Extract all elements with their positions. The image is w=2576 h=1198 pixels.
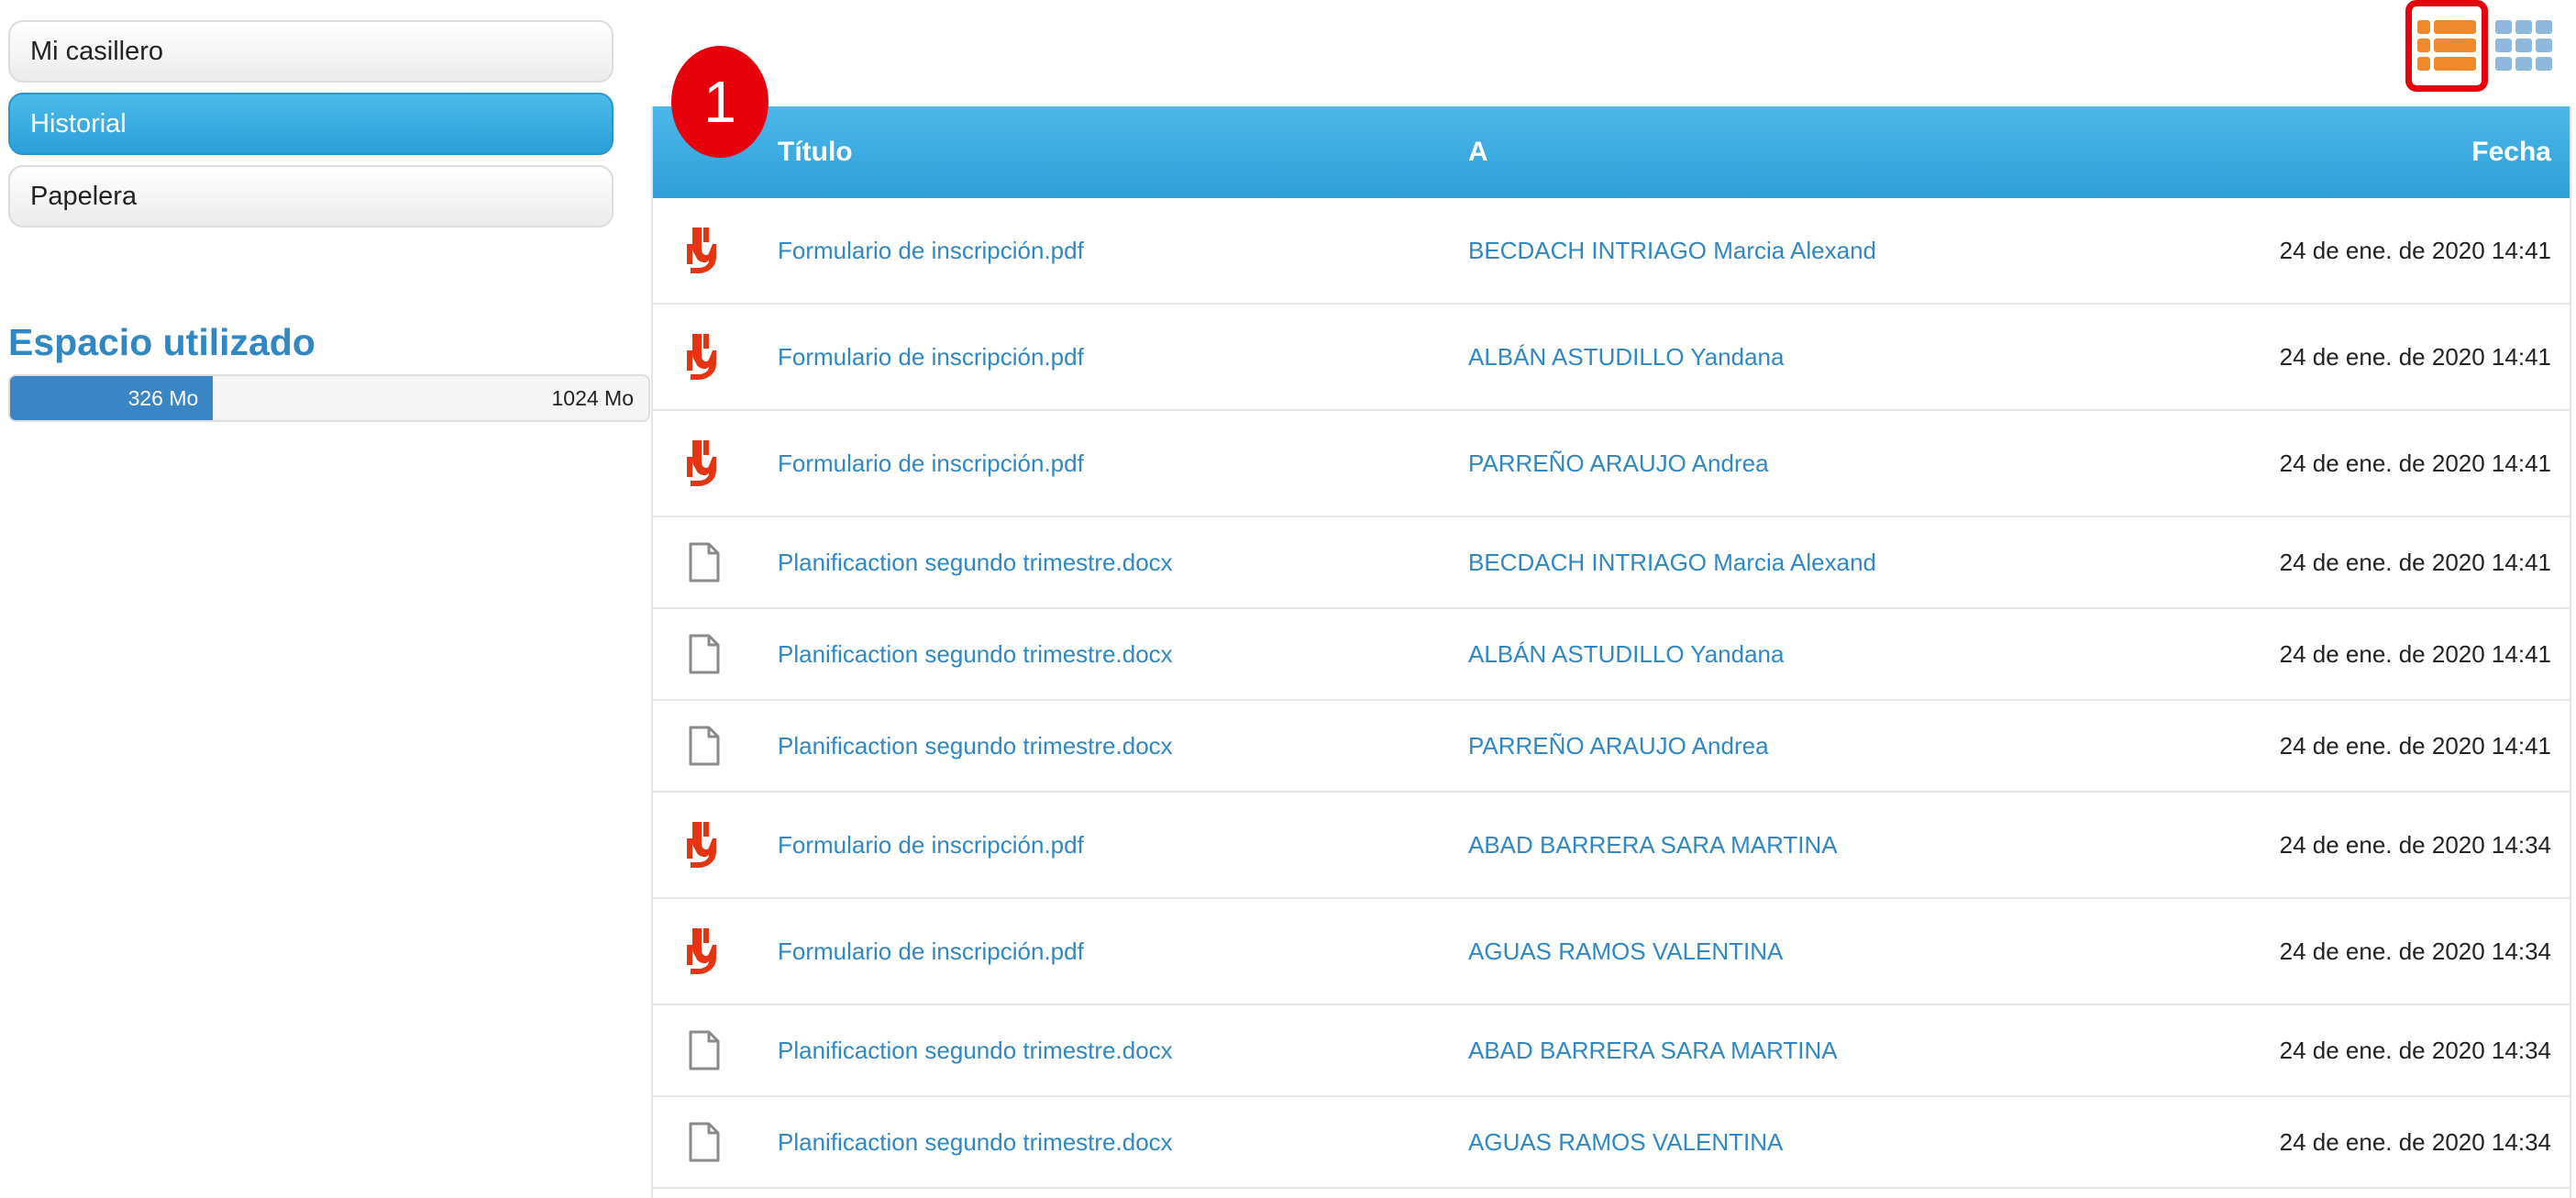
document-icon (679, 517, 730, 607)
file-title-link[interactable]: Formulario de inscripción.pdf (778, 411, 1084, 516)
sidebar-item-historial[interactable]: Historial (8, 93, 614, 155)
file-title-link[interactable]: Formulario de inscripción.pdf (778, 793, 1084, 897)
column-header-date[interactable]: Fecha (2471, 106, 2551, 198)
table-body: Formulario de inscripción.pdf BECDACH INT… (653, 198, 2570, 1189)
table-row[interactable]: Planificaction segundo trimestre.docx PAR… (653, 701, 2570, 793)
recipient-link[interactable]: ALBÁN ASTUDILLO Yandana (1468, 305, 1784, 409)
table-row[interactable]: Planificaction segundo trimestre.docx AGU… (653, 1097, 2570, 1189)
date-cell: 24 de ene. de 2020 14:34 (2279, 830, 2551, 859)
pdf-icon (679, 198, 730, 303)
date-cell: 24 de ene. de 2020 14:34 (2279, 937, 2551, 965)
table-header: Título A Fecha (653, 106, 2570, 198)
date-cell: 24 de ene. de 2020 14:41 (2279, 731, 2551, 760)
page: Mi casillero Historial Papelera Espacio … (0, 0, 2576, 1198)
table-row[interactable]: Formulario de inscripción.pdf ABAD BARRER… (653, 793, 2570, 899)
sidebar-item-papelera[interactable]: Papelera (8, 165, 614, 227)
file-title-link[interactable]: Planificaction segundo trimestre.docx (778, 1097, 1173, 1187)
pdf-icon (679, 793, 730, 897)
grid-view-icon (2495, 20, 2552, 71)
storage-title: Espacio utilizado (8, 321, 315, 363)
document-icon (679, 701, 730, 791)
file-title-link[interactable]: Planificaction segundo trimestre.docx (778, 609, 1173, 699)
table-row[interactable]: Formulario de inscripción.pdf BECDACH INT… (653, 198, 2570, 305)
list-view-icon (2417, 20, 2476, 71)
recipient-link[interactable]: PARREÑO ARAUJO Andrea (1468, 411, 1769, 516)
file-title-link[interactable]: Formulario de inscripción.pdf (778, 899, 1084, 1004)
sidebar: Mi casillero Historial Papelera Espacio … (8, 20, 650, 422)
document-icon (679, 1097, 730, 1187)
table-row[interactable]: Planificaction segundo trimestre.docx ABA… (653, 1005, 2570, 1097)
sidebar-item-label: Historial (30, 108, 127, 139)
storage-used-fill: 326 Mo (10, 376, 214, 420)
pdf-icon (679, 305, 730, 409)
table-row[interactable]: Planificaction segundo trimestre.docx ALB… (653, 609, 2570, 701)
recipient-link[interactable]: ABAD BARRERA SARA MARTINA (1468, 793, 1838, 897)
date-cell: 24 de ene. de 2020 14:34 (2279, 1127, 2551, 1156)
table-row[interactable]: Planificaction segundo trimestre.docx BEC… (653, 517, 2570, 609)
file-title-link[interactable]: Formulario de inscripción.pdf (778, 198, 1084, 303)
date-cell: 24 de ene. de 2020 14:34 (2279, 1036, 2551, 1064)
recipient-link[interactable]: AGUAS RAMOS VALENTINA (1468, 1097, 1783, 1187)
column-header-title[interactable]: Título (778, 106, 853, 198)
list-view-button[interactable] (2405, 0, 2488, 92)
step-number-badge: 1 (671, 46, 768, 158)
file-title-link[interactable]: Planificaction segundo trimestre.docx (778, 517, 1173, 607)
recipient-link[interactable]: BECDACH INTRIAGO Marcia Alexand (1468, 198, 1876, 303)
date-cell: 24 de ene. de 2020 14:41 (2279, 342, 2551, 371)
document-icon (679, 1005, 730, 1095)
grid-view-button[interactable] (2487, 0, 2560, 92)
recipient-link[interactable]: AGUAS RAMOS VALENTINA (1468, 899, 1783, 1004)
recipient-link[interactable]: ALBÁN ASTUDILLO Yandana (1468, 609, 1784, 699)
table-row[interactable]: Formulario de inscripción.pdf ALBÁN ASTUD… (653, 305, 2570, 411)
storage-usage-bar: 326 Mo 1024 Mo (8, 374, 650, 422)
date-cell: 24 de ene. de 2020 14:41 (2279, 548, 2551, 576)
date-cell: 24 de ene. de 2020 14:41 (2279, 236, 2551, 264)
recipient-link[interactable]: PARREÑO ARAUJO Andrea (1468, 701, 1769, 791)
sidebar-item-label: Mi casillero (30, 36, 164, 66)
pdf-icon (679, 411, 730, 516)
sidebar-item-mi-casillero[interactable]: Mi casillero (8, 20, 614, 83)
date-cell: 24 de ene. de 2020 14:41 (2279, 639, 2551, 668)
column-header-to[interactable]: A (1468, 106, 1488, 198)
table-row[interactable]: Formulario de inscripción.pdf AGUAS RAMOS… (653, 899, 2570, 1005)
file-title-link[interactable]: Planificaction segundo trimestre.docx (778, 1005, 1173, 1095)
file-title-link[interactable]: Planificaction segundo trimestre.docx (778, 701, 1173, 791)
recipient-link[interactable]: BECDACH INTRIAGO Marcia Alexand (1468, 517, 1876, 607)
storage-total-label: 1024 Mo (551, 385, 634, 410)
document-icon (679, 609, 730, 699)
file-title-link[interactable]: Formulario de inscripción.pdf (778, 305, 1084, 409)
recipient-link[interactable]: ABAD BARRERA SARA MARTINA (1468, 1005, 1838, 1095)
date-cell: 24 de ene. de 2020 14:41 (2279, 449, 2551, 477)
pdf-icon (679, 899, 730, 1004)
table-row[interactable]: Formulario de inscripción.pdf PARREÑO ARA… (653, 411, 2570, 517)
storage-used-label: 326 Mo (127, 385, 199, 410)
history-table: Título A Fecha Formulario de inscripción… (651, 106, 2571, 1198)
sidebar-item-label: Papelera (30, 181, 138, 211)
